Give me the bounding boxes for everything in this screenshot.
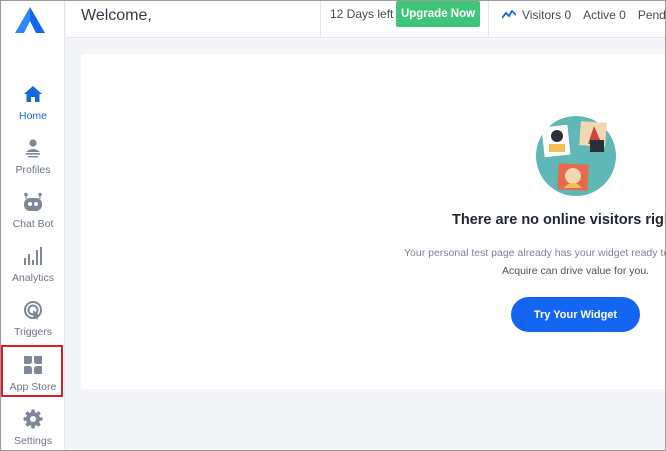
empty-state-description: Your personal test page already has your…: [404, 247, 666, 259]
app-logo[interactable]: [15, 7, 45, 33]
empty-state-description-2: Acquire can drive value for you.: [502, 265, 650, 277]
sidebar-item-label: App Store: [9, 381, 57, 393]
sidebar-item-label: Profiles: [15, 164, 51, 176]
sidebar-item-label: Triggers: [13, 326, 53, 338]
visitors-count[interactable]: Visitors 0: [522, 8, 571, 22]
sidebar-item-label: Home: [18, 110, 47, 122]
settings-icon: [22, 408, 44, 430]
profiles-icon: [22, 137, 44, 159]
sidebar-item-app-store[interactable]: App Store: [1, 354, 65, 406]
no-visitors-illustration: [536, 116, 616, 196]
top-header: Welcome, 12 Days left Upgrade Now Visito…: [66, 1, 666, 38]
analytics-icon: [22, 245, 44, 267]
active-count[interactable]: Active 0: [583, 8, 626, 22]
pending-count[interactable]: Pendin: [638, 8, 666, 22]
visitor-stats: Visitors 0 Active 0 Pendin: [502, 8, 666, 22]
empty-state-title: There are no online visitors right: [452, 212, 666, 228]
trial-days-left: 12 Days left: [330, 7, 394, 21]
main-card: There are no online visitors right Your …: [81, 54, 666, 389]
header-divider: [320, 1, 321, 38]
sidebar-item-profiles[interactable]: Profiles: [1, 137, 65, 189]
triggers-icon: [22, 299, 44, 321]
activity-icon: [502, 10, 516, 19]
sidebar-item-chatbot[interactable]: Chat Bot: [1, 191, 65, 243]
header-divider: [488, 1, 489, 38]
sidebar-item-triggers[interactable]: Triggers: [1, 299, 65, 351]
sidebar-item-settings[interactable]: Settings: [1, 408, 65, 451]
app-store-icon: [22, 354, 44, 376]
sidebar-item-label: Settings: [14, 435, 52, 447]
try-your-widget-button[interactable]: Try Your Widget: [511, 297, 640, 332]
sidebar: Home Profiles Chat Bot Analytics Trigger…: [1, 1, 65, 450]
sidebar-item-label: Analytics: [11, 272, 54, 284]
chatbot-icon: [22, 191, 44, 213]
home-icon: [22, 83, 44, 105]
welcome-text: Welcome,: [81, 7, 152, 24]
upgrade-now-button[interactable]: Upgrade Now: [396, 1, 480, 27]
sidebar-item-analytics[interactable]: Analytics: [1, 245, 65, 297]
sidebar-item-label: Chat Bot: [12, 218, 54, 230]
sidebar-item-home[interactable]: Home: [1, 83, 65, 135]
